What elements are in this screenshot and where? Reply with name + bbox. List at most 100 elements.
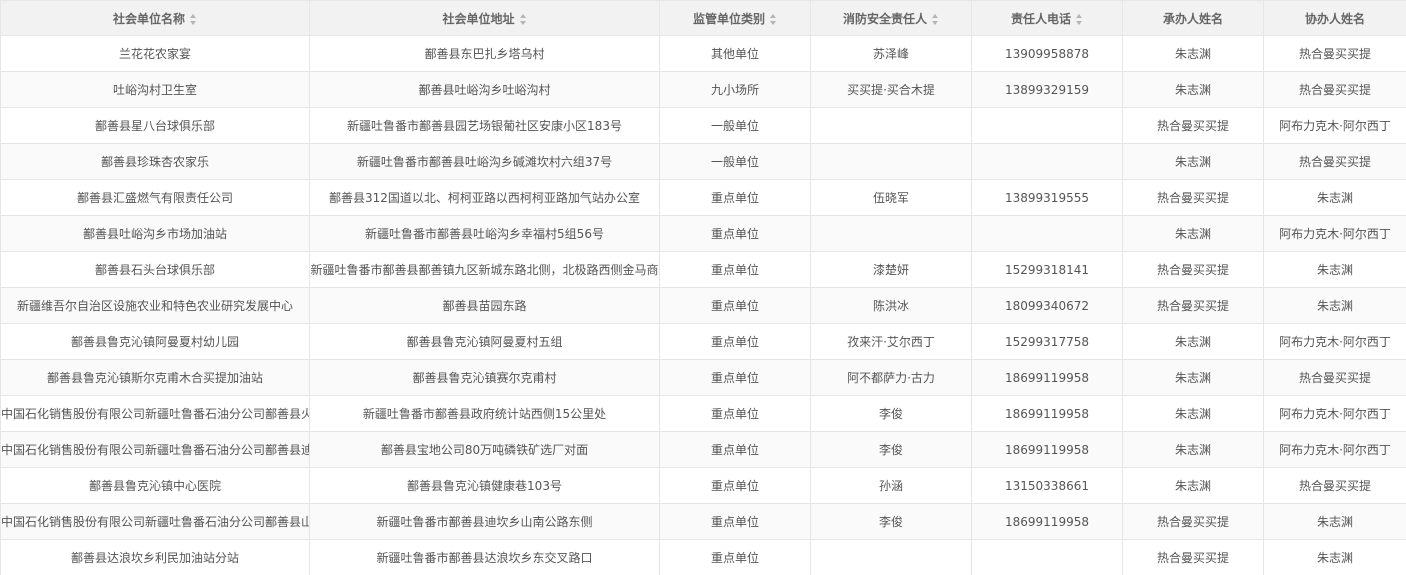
table-row[interactable]: 鄯善县汇盛燃气有限责任公司 鄯善县312国道以北、柯柯亚路以西柯柯亚路加气站办公室… — [0, 179, 1406, 216]
table-row[interactable]: 鄯善县星八台球俱乐部 新疆吐鲁番市鄯善县园艺场银葡社区安康小区183号 一般单位 热合… — [0, 107, 1406, 144]
cell-assistant: 热合曼买买提 — [1263, 71, 1406, 108]
cell-responsible: 孙涵 — [810, 467, 972, 504]
cell-handler: 热合曼买买提 — [1122, 503, 1264, 540]
cell-unit-address: 鄯善县东巴扎乡塔乌村 — [309, 35, 660, 72]
cell-unit-name: 鄯善县珍珠杏农家乐 — [0, 143, 310, 180]
cell-assistant: 阿布力克木·阿尔西丁 — [1263, 323, 1406, 360]
cell-assistant: 阿布力克木·阿尔西丁 — [1263, 431, 1406, 468]
cell-assistant: 热合曼买买提 — [1263, 35, 1406, 72]
cell-unit-name: 鄯善县吐峪沟乡市场加油站 — [0, 215, 310, 252]
cell-unit-address: 鄯善县312国道以北、柯柯亚路以西柯柯亚路加气站办公室 — [309, 179, 660, 216]
column-header-label: 承办人姓名 — [1162, 11, 1223, 26]
table-body: 兰花花农家宴 鄯善县东巴扎乡塔乌村 其他单位 苏泽峰 13909958878 朱志渊 热合曼… — [0, 35, 1406, 575]
cell-handler: 热合曼买买提 — [1122, 251, 1264, 288]
cell-phone: 13899329159 — [971, 71, 1123, 108]
table-row[interactable]: 鄯善县珍珠杏农家乐 新疆吐鲁番市鄯善县吐峪沟乡碱滩坎村六组37号 一般单位 朱志渊 热合… — [0, 143, 1406, 180]
cell-unit-address: 新疆吐鲁番市鄯善县吐峪沟乡碱滩坎村六组37号 — [309, 143, 660, 180]
table-row[interactable]: 吐峪沟村卫生室 鄯善县吐峪沟乡吐峪沟村 九小场所 买买提·买合木提 1389932915… — [0, 71, 1406, 108]
units-table: 社会单位名称 社会单位地址 监管单位类别 消防安全责任人 责任人电话 承办人姓名… — [0, 0, 1406, 575]
cell-unit-name: 鄯善县鲁克沁镇斯尔克甫木合买提加油站 — [0, 359, 310, 396]
cell-category: 其他单位 — [659, 35, 811, 72]
table-row[interactable]: 鄯善县吐峪沟乡市场加油站 新疆吐鲁番市鄯善县吐峪沟乡幸福村5组56号 重点单位 朱志渊… — [0, 215, 1406, 252]
cell-unit-name: 中国石化销售股份有限公司新疆吐鲁番石油分公司鄯善县迪 — [0, 431, 310, 468]
cell-unit-address: 鄯善县鲁克沁镇赛尔克甫村 — [309, 359, 660, 396]
column-header-unit-name[interactable]: 社会单位名称 — [0, 0, 310, 36]
cell-unit-name: 鄯善县星八台球俱乐部 — [0, 107, 310, 144]
table-row[interactable]: 中国石化销售股份有限公司新疆吐鲁番石油分公司鄯善县迪 鄯善县宝地公司80万吨磷铁矿… — [0, 431, 1406, 468]
cell-phone — [971, 143, 1123, 180]
column-header-unit-address[interactable]: 社会单位地址 — [309, 0, 660, 36]
cell-assistant: 朱志渊 — [1263, 503, 1406, 540]
cell-handler: 朱志渊 — [1122, 143, 1264, 180]
cell-unit-address: 新疆吐鲁番市鄯善县迪坎乡山南公路东侧 — [309, 503, 660, 540]
cell-responsible: 李俊 — [810, 395, 972, 432]
cell-category: 重点单位 — [659, 215, 811, 252]
table-row[interactable]: 兰花花农家宴 鄯善县东巴扎乡塔乌村 其他单位 苏泽峰 13909958878 朱志渊 热合曼… — [0, 35, 1406, 72]
cell-responsible — [810, 143, 972, 180]
cell-assistant: 阿布力克木·阿尔西丁 — [1263, 395, 1406, 432]
cell-unit-address: 鄯善县吐峪沟乡吐峪沟村 — [309, 71, 660, 108]
cell-category: 重点单位 — [659, 431, 811, 468]
table-row[interactable]: 鄯善县石头台球俱乐部 新疆吐鲁番市鄯善县鄯善镇九区新城东路北侧，北极路西侧金马商重… — [0, 251, 1406, 288]
cell-phone: 18699119958 — [971, 359, 1123, 396]
cell-unit-address: 新疆吐鲁番市鄯善县鄯善镇九区新城东路北侧，北极路西侧金马商 — [309, 251, 660, 288]
cell-handler: 热合曼买买提 — [1122, 107, 1264, 144]
cell-phone — [971, 107, 1123, 144]
cell-assistant: 热合曼买买提 — [1263, 359, 1406, 396]
table-row[interactable]: 新疆维吾尔自治区设施农业和特色农业研究发展中心 鄯善县苗园东路 重点单位 陈洪冰 180… — [0, 287, 1406, 324]
cell-category: 一般单位 — [659, 143, 811, 180]
cell-phone: 18699119958 — [971, 431, 1123, 468]
cell-phone: 18699119958 — [971, 503, 1123, 540]
cell-unit-name: 中国石化销售股份有限公司新疆吐鲁番石油分公司鄯善县山 — [0, 503, 310, 540]
cell-unit-address: 新疆吐鲁番市鄯善县达浪坎乡东交叉路口 — [309, 539, 660, 575]
cell-responsible — [810, 107, 972, 144]
cell-assistant: 朱志渊 — [1263, 179, 1406, 216]
cell-phone: 18099340672 — [971, 287, 1123, 324]
cell-unit-address: 新疆吐鲁番市鄯善县政府统计站西侧15公里处 — [309, 395, 660, 432]
sort-icon[interactable] — [519, 13, 527, 25]
cell-handler: 热合曼买买提 — [1122, 287, 1264, 324]
cell-phone: 18699119958 — [971, 395, 1123, 432]
column-header-label: 责任人电话 — [1010, 11, 1071, 26]
sort-icon[interactable] — [770, 13, 777, 25]
column-header-category[interactable]: 监管单位类别 — [659, 0, 811, 36]
cell-unit-name: 鄯善县鲁克沁镇阿曼夏村幼儿园 — [0, 323, 310, 360]
column-header-responsible[interactable]: 消防安全责任人 — [810, 0, 972, 36]
cell-category: 重点单位 — [659, 179, 811, 216]
cell-handler: 朱志渊 — [1122, 215, 1264, 252]
cell-category: 重点单位 — [659, 287, 811, 324]
cell-category: 重点单位 — [659, 323, 811, 360]
table-row[interactable]: 鄯善县鲁克沁镇中心医院 鄯善县鲁克沁镇健康巷103号 重点单位 孙涵 131503386… — [0, 467, 1406, 504]
column-header-phone[interactable]: 责任人电话 — [971, 0, 1123, 36]
cell-unit-address: 新疆吐鲁番市鄯善县吐峪沟乡幸福村5组56号 — [309, 215, 660, 252]
table-row[interactable]: 鄯善县鲁克沁镇阿曼夏村幼儿园 鄯善县鲁克沁镇阿曼夏村五组 重点单位 孜来汗·艾尔西丁 1… — [0, 323, 1406, 360]
cell-handler: 热合曼买买提 — [1122, 539, 1264, 575]
cell-unit-name: 鄯善县鲁克沁镇中心医院 — [0, 467, 310, 504]
sort-icon[interactable] — [1076, 13, 1083, 25]
sort-icon[interactable] — [932, 13, 939, 25]
table-row[interactable]: 中国石化销售股份有限公司新疆吐鲁番石油分公司鄯善县火 新疆吐鲁番市鄯善县政府统计站… — [0, 395, 1406, 432]
cell-assistant: 朱志渊 — [1263, 251, 1406, 288]
cell-handler: 朱志渊 — [1122, 431, 1264, 468]
cell-phone — [971, 539, 1123, 575]
table-row[interactable]: 中国石化销售股份有限公司新疆吐鲁番石油分公司鄯善县山 新疆吐鲁番市鄯善县迪坎乡山南… — [0, 503, 1406, 540]
cell-responsible — [810, 539, 972, 575]
cell-unit-name: 中国石化销售股份有限公司新疆吐鲁番石油分公司鄯善县火 — [0, 395, 310, 432]
cell-phone: 15299318141 — [971, 251, 1123, 288]
cell-unit-name: 吐峪沟村卫生室 — [0, 71, 310, 108]
cell-handler: 朱志渊 — [1122, 71, 1264, 108]
cell-category: 重点单位 — [659, 503, 811, 540]
cell-category: 九小场所 — [659, 71, 811, 108]
cell-category: 重点单位 — [659, 467, 811, 504]
cell-responsible: 伍晓军 — [810, 179, 972, 216]
cell-responsible: 孜来汗·艾尔西丁 — [810, 323, 972, 360]
table-row[interactable]: 鄯善县鲁克沁镇斯尔克甫木合买提加油站 鄯善县鲁克沁镇赛尔克甫村 重点单位 阿不都萨力·… — [0, 359, 1406, 396]
cell-handler: 热合曼买买提 — [1122, 179, 1264, 216]
cell-unit-name: 鄯善县石头台球俱乐部 — [0, 251, 310, 288]
sort-icon[interactable] — [190, 13, 197, 25]
column-header-assistant: 协办人姓名 — [1263, 0, 1406, 36]
cell-unit-address: 新疆吐鲁番市鄯善县园艺场银葡社区安康小区183号 — [309, 107, 660, 144]
table-row[interactable]: 鄯善县达浪坎乡利民加油站分站 新疆吐鲁番市鄯善县达浪坎乡东交叉路口 重点单位 热合曼买… — [0, 539, 1406, 575]
column-header-label: 消防安全责任人 — [842, 11, 927, 26]
cell-unit-address: 鄯善县宝地公司80万吨磷铁矿选厂对面 — [309, 431, 660, 468]
